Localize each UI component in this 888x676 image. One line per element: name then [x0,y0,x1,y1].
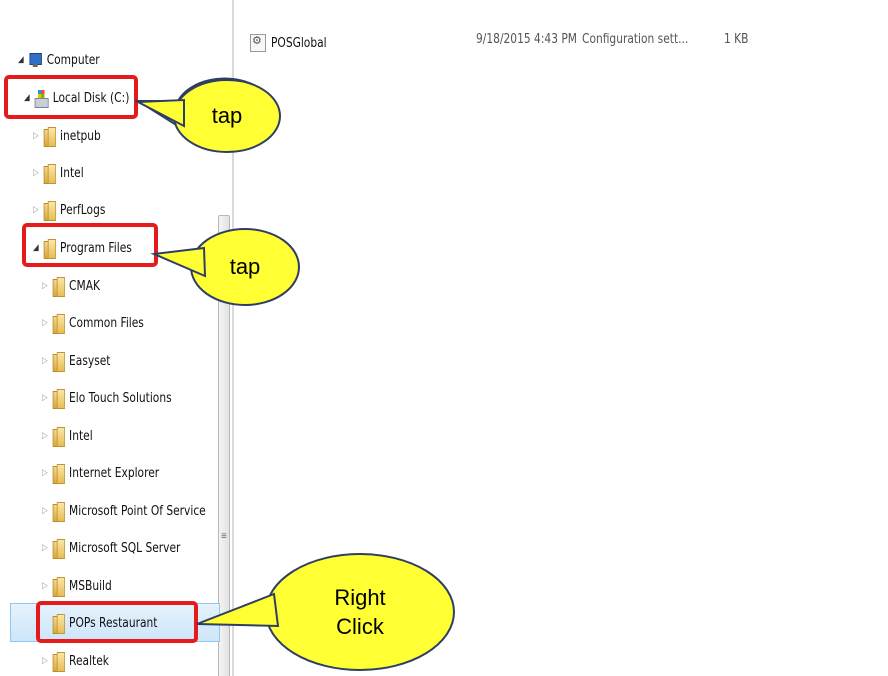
tree-item-label: PerfLogs [60,202,106,218]
callout-text-tap-2: tap [229,254,261,279]
collapsed-arrow-icon[interactable]: ▷ [42,656,50,666]
folder-icon [52,652,65,672]
folder-icon [52,464,65,484]
scrollbar-grip-icon: ≡ [221,531,227,542]
folder-icon [52,502,65,522]
folder-icon [52,389,65,409]
tree-item-label: MSBuild [69,578,112,594]
tree-item-folder[interactable]: ▷ Easyset [42,348,110,374]
collapsed-arrow-icon[interactable]: ▷ [42,506,50,516]
file-name: POSGlobal [271,35,327,51]
annotation-highlight-pops-restaurant [36,601,198,643]
tree-item-label: Microsoft Point Of Service [69,503,206,519]
folder-icon [52,352,65,372]
callout-text-right-click-line1: Right [334,585,386,610]
tree-item-folder[interactable]: ▷ Internet Explorer [42,460,159,486]
collapsed-arrow-icon[interactable]: ▷ [42,281,50,291]
folder-icon [52,427,65,447]
folder-icon [43,164,56,184]
computer-icon [28,51,43,69]
folder-icon [43,127,56,147]
tree-item-label: CMAK [69,278,100,294]
tree-item-folder[interactable]: ▷ CMAK [42,273,100,299]
file-date-modified: 9/18/2015 4:43 PM [476,32,578,47]
collapsed-arrow-icon[interactable]: ▷ [42,318,50,328]
collapsed-arrow-icon[interactable]: ▷ [42,393,50,403]
callout-bubble-right-click-body [265,553,455,671]
tree-item-label: Common Files [69,315,144,331]
tree-item-label: Easyset [69,353,111,369]
file-type: Configuration sett... [582,32,689,47]
tree-item-label: Elo Touch Solutions [69,390,172,406]
tree-item-label: Realtek [69,653,109,669]
callout-text-tap-1: tap [211,103,243,128]
expanded-arrow-icon[interactable]: ◢ [18,55,26,65]
tree-item-folder[interactable]: ▷ inetpub [33,123,101,149]
annotation-highlight-program-files [22,223,158,267]
tree-item-label: Internet Explorer [69,465,160,481]
collapsed-arrow-icon[interactable]: ▷ [33,168,41,178]
collapsed-arrow-icon[interactable]: ▷ [42,356,50,366]
folder-icon [52,314,65,334]
folder-icon [52,577,65,597]
file-size: 1 KB [724,32,749,47]
collapsed-arrow-icon[interactable]: ▷ [42,543,50,553]
collapsed-arrow-icon[interactable]: ▷ [42,431,50,441]
folder-icon [52,277,65,297]
tree-item-folder[interactable]: ▷ Intel [33,160,84,186]
tree-item-label: Computer [46,52,100,68]
tree-item-folder[interactable]: ▷ Common Files [42,310,144,336]
collapsed-arrow-icon[interactable]: ▷ [42,581,50,591]
file-row-posglobal[interactable]: POSGlobal 9/18/2015 4:43 PM Configuratio… [250,32,748,54]
tree-item-folder[interactable]: ▷ MSBuild [42,573,112,599]
collapsed-arrow-icon[interactable]: ▷ [42,468,50,478]
tree-item-folder[interactable]: ▷ PerfLogs [33,197,105,223]
configuration-file-icon [250,34,266,52]
folder-icon [43,201,56,221]
tree-item-label: Intel [69,428,93,444]
tree-item-label: Intel [60,165,84,181]
tree-item-folder[interactable]: ▷ Intel [42,423,93,449]
tree-item-label: Microsoft SQL Server [69,540,181,556]
tree-item-folder[interactable]: ▷ Realtek [42,648,109,674]
tree-item-folder[interactable]: ▷ Elo Touch Solutions [42,385,172,411]
tree-item-folder[interactable]: ▷ Microsoft SQL Server [42,535,180,561]
tree-item-label: inetpub [60,128,101,144]
folder-icon [52,539,65,559]
annotation-highlight-local-disk [4,75,138,119]
tree-item-folder[interactable]: ▷ Microsoft Point Of Service [42,498,206,524]
collapsed-arrow-icon[interactable]: ▷ [33,131,41,141]
collapsed-arrow-icon[interactable]: ▷ [33,205,41,215]
callout-text-right-click-line2: Click [336,614,384,639]
tree-item-computer[interactable]: ◢ Computer [18,47,100,73]
